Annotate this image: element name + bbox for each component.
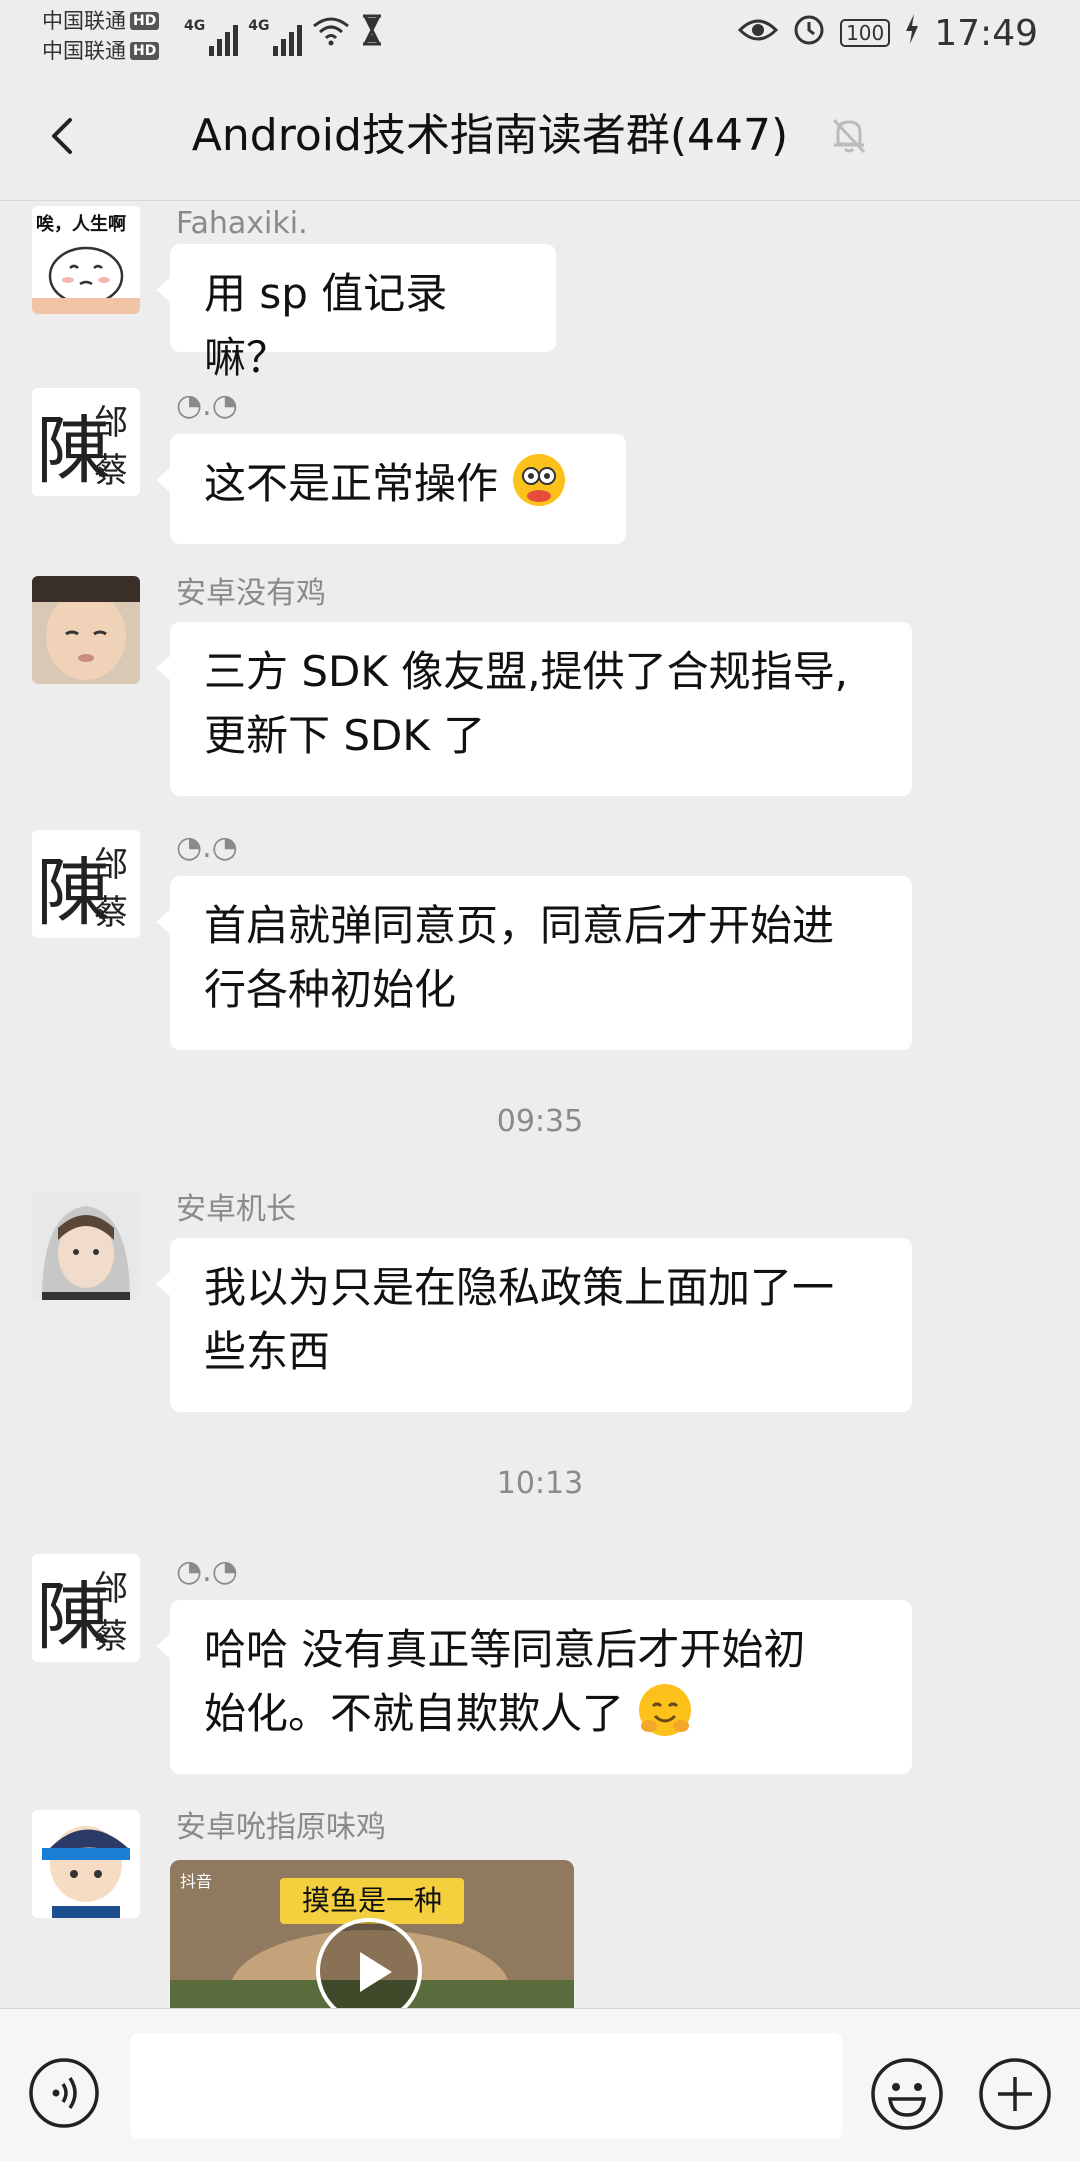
avatar[interactable] bbox=[32, 576, 140, 684]
signal-icon: 4G bbox=[248, 18, 303, 56]
message-bubble[interactable]: 哈哈 没有真正等同意后才开始初 始化。不就自欺欺人了 bbox=[156, 1600, 912, 1774]
sender-name: ◔.◔ bbox=[176, 388, 238, 423]
mute-bell-icon bbox=[826, 112, 872, 158]
charging-icon bbox=[904, 14, 920, 52]
sender-name: 安卓机长 bbox=[176, 1192, 296, 1227]
chat-timestamp: 09:35 bbox=[496, 1104, 584, 1139]
svg-text:蔡: 蔡 bbox=[94, 893, 128, 933]
hourglass-icon bbox=[360, 14, 384, 56]
eye-icon bbox=[737, 14, 779, 52]
video-watermark: 抖音 bbox=[180, 1872, 213, 1891]
message-text-line: 更新下 SDK 了 bbox=[204, 711, 486, 760]
video-message[interactable]: 抖音 摸鱼是一种 bbox=[170, 1860, 574, 2020]
carrier-1: 中国联通 bbox=[42, 9, 126, 33]
signal-icon: 4G bbox=[184, 18, 239, 56]
avatar[interactable]: 陳邰蔡 bbox=[32, 388, 140, 496]
svg-text:邰: 邰 bbox=[94, 845, 128, 885]
message-bubble[interactable]: 这不是正常操作 bbox=[156, 434, 626, 544]
avatar[interactable] bbox=[32, 1192, 140, 1300]
message-text-line: 哈哈 没有真正等同意后才开始初 bbox=[204, 1625, 806, 1674]
svg-text:蔡: 蔡 bbox=[94, 1617, 128, 1657]
message-input[interactable] bbox=[130, 2033, 842, 2139]
status-bar: 中国联通 HD 中国联通 HD 4G 4G 100 17:49 bbox=[0, 0, 1080, 72]
sender-name: 安卓吮指原味鸡 bbox=[176, 1810, 386, 1845]
sender-name: Fahaxiki. bbox=[176, 206, 308, 241]
plus-icon[interactable] bbox=[978, 2057, 1052, 2131]
message-text-line: 始化。不就自欺欺人了 bbox=[204, 1689, 625, 1738]
play-icon[interactable] bbox=[316, 1918, 422, 2020]
message-text: 这不是正常操作 bbox=[204, 459, 499, 508]
message-text: 用 sp 值记录嘛？ bbox=[204, 269, 448, 382]
hd-badge: HD bbox=[130, 42, 160, 60]
message-bubble[interactable]: 首启就弹同意页，同意后才开始进 行各种初始化 bbox=[156, 876, 912, 1050]
voice-icon[interactable] bbox=[28, 2057, 100, 2129]
svg-text:邰: 邰 bbox=[94, 1569, 128, 1609]
clock: 17:49 bbox=[934, 12, 1038, 54]
hd-badge: HD bbox=[130, 12, 160, 30]
sender-name: ◔.◔ bbox=[176, 1554, 238, 1589]
chat-header: Android技术指南读者群(447) bbox=[0, 72, 1080, 201]
svg-text:邰: 邰 bbox=[94, 403, 128, 443]
avatar-caption: 唉，人生啊 bbox=[36, 214, 126, 235]
alarm-icon bbox=[792, 12, 826, 54]
message-bubble[interactable]: 我以为只是在隐私政策上面加了一 些东西 bbox=[156, 1238, 912, 1412]
message-text-line: 行各种初始化 bbox=[204, 965, 457, 1014]
avatar[interactable] bbox=[32, 1810, 140, 1918]
message-bubble[interactable]: 三方 SDK 像友盟,提供了合规指导, 更新下 SDK 了 bbox=[156, 622, 912, 796]
chat-title: Android技术指南读者群(447) bbox=[191, 110, 789, 161]
avatar[interactable]: 陳邰蔡 bbox=[32, 830, 140, 938]
battery-indicator: 100 bbox=[840, 19, 891, 47]
carrier-2: 中国联通 bbox=[42, 39, 126, 63]
carrier-info: 中国联通 HD 中国联通 HD bbox=[42, 6, 160, 66]
hugging-face-emoji-icon bbox=[513, 454, 566, 506]
svg-text:蔡: 蔡 bbox=[94, 451, 128, 491]
message-text-line: 些东西 bbox=[204, 1327, 331, 1376]
input-bar bbox=[0, 2008, 1080, 2161]
avatar[interactable]: 陳邰蔡 bbox=[32, 1554, 140, 1662]
wifi-icon bbox=[312, 16, 350, 56]
hugging-face-emoji-icon bbox=[639, 1684, 692, 1736]
message-text-line: 三方 SDK 像友盟,提供了合规指导, bbox=[204, 647, 848, 696]
chat-timestamp: 10:13 bbox=[496, 1466, 584, 1501]
message-text-line: 首启就弹同意页，同意后才开始进 bbox=[204, 901, 835, 950]
sender-name: 安卓没有鸡 bbox=[176, 576, 326, 611]
emoji-icon[interactable] bbox=[870, 2057, 944, 2131]
sender-name: ◔.◔ bbox=[176, 830, 238, 865]
back-arrow-icon[interactable] bbox=[36, 108, 92, 164]
message-text-line: 我以为只是在隐私政策上面加了一 bbox=[204, 1263, 835, 1312]
message-bubble[interactable]: 用 sp 值记录嘛？ bbox=[156, 244, 556, 382]
avatar[interactable]: 唉，人生啊 bbox=[32, 206, 140, 314]
